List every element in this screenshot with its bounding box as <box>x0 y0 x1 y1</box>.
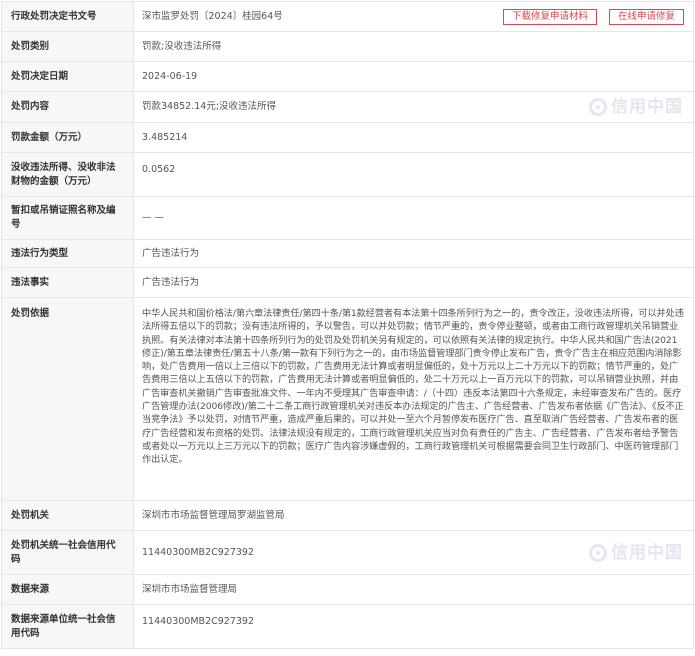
row-confiscation-amount: 没收违法所得、没收非法财物的金额（万元） 0.0562 <box>1 152 694 197</box>
row-label: 暂扣或吊销证照名称及编号 <box>1 196 134 240</box>
row-label: 行政处罚决定书文号 <box>1 1 134 32</box>
row-value: 3.485214 <box>133 122 694 153</box>
row-label: 处罚机关 <box>1 500 134 531</box>
row-label: 没收违法所得、没收非法财物的金额（万元） <box>1 152 134 197</box>
row-violation-type: 违法行为类型 广告违法行为 <box>1 239 694 268</box>
watermark: 信用中国 <box>589 542 683 563</box>
row-value: 广告违法行为 <box>133 267 694 298</box>
row-decision-date: 处罚决定日期 2024-06-19 <box>1 61 694 92</box>
row-value: 0.0562 <box>133 152 694 197</box>
watermark-text: 信用中国 <box>611 542 683 563</box>
row-penalty-authority: 处罚机关 深圳市市场监督管理局罗湖监管局 <box>1 500 694 531</box>
row-value: 深圳市市场监督管理局 <box>133 574 694 605</box>
row-label: 处罚依据 <box>1 297 134 501</box>
row-violation-facts: 违法事实 广告违法行为 <box>1 267 694 298</box>
penalty-detail-table: 行政处罚决定书文号 深市监罗处罚〔2024〕桂园64号 下载修复申请材料 在线申… <box>1 1 694 649</box>
row-license-suspension: 暂扣或吊销证照名称及编号 — — <box>1 196 694 240</box>
repair-actions: 下载修复申请材料 在线申请修复 <box>502 9 684 25</box>
row-penalty-content: 处罚内容 罚款34852.14元;没收违法所得 信用中国 <box>1 91 694 123</box>
authority-credit-code-value: 11440300MB2C927392 <box>142 546 255 558</box>
credit-china-logo-icon <box>589 98 607 116</box>
row-penalty-category: 处罚类别 罚款;没收违法所得 <box>1 31 694 62</box>
row-value: — — <box>133 196 694 240</box>
row-label: 处罚机关统一社会信用代码 <box>1 530 134 575</box>
row-value: 罚款;没收违法所得 <box>133 31 694 62</box>
row-value: 广告违法行为 <box>133 239 694 268</box>
row-label: 违法事实 <box>1 267 134 298</box>
row-data-source: 数据来源 深圳市市场监督管理局 <box>1 574 694 605</box>
row-fine-amount: 罚款金额（万元） 3.485214 <box>1 122 694 153</box>
credit-china-logo-icon <box>589 543 607 562</box>
row-value: 11440300MB2C927392 <box>133 604 694 649</box>
row-label: 数据来源 <box>1 574 134 605</box>
online-repair-apply-button[interactable]: 在线申请修复 <box>608 9 684 25</box>
row-source-credit-code: 数据来源单位统一社会信用代码 11440300MB2C927392 <box>1 604 694 649</box>
decision-number-value: 深市监罗处罚〔2024〕桂园64号 <box>142 10 283 22</box>
row-label: 处罚决定日期 <box>1 61 134 92</box>
row-authority-credit-code: 处罚机关统一社会信用代码 11440300MB2C927392 信用中国 <box>1 530 694 575</box>
row-label: 处罚内容 <box>1 91 134 123</box>
row-label: 处罚类别 <box>1 31 134 62</box>
download-repair-materials-button[interactable]: 下载修复申请材料 <box>502 9 597 25</box>
row-label: 违法行为类型 <box>1 239 134 268</box>
row-value-cell: 11440300MB2C927392 信用中国 <box>133 530 694 575</box>
row-value: 深圳市市场监督管理局罗湖监管局 <box>133 500 694 531</box>
row-label: 罚款金额（万元） <box>1 122 134 153</box>
row-value: 2024-06-19 <box>133 61 694 92</box>
row-penalty-basis: 处罚依据 中华人民共和国价格法/第六章法律责任/第四十条/第1款经营者有本法第十… <box>1 297 694 501</box>
penalty-content-value: 罚款34852.14元;没收违法所得 <box>142 101 277 112</box>
watermark: 信用中国 <box>589 98 683 116</box>
row-decision-number: 行政处罚决定书文号 深市监罗处罚〔2024〕桂园64号 下载修复申请材料 在线申… <box>1 1 694 32</box>
row-value-cell: 深市监罗处罚〔2024〕桂园64号 下载修复申请材料 在线申请修复 <box>133 1 694 32</box>
row-value-cell: 罚款34852.14元;没收违法所得 信用中国 <box>133 91 694 123</box>
row-label: 数据来源单位统一社会信用代码 <box>1 604 134 649</box>
watermark-text: 信用中国 <box>611 97 683 117</box>
row-value: 中华人民共和国价格法/第六章法律责任/第四十条/第1款经营者有本法第十四条所列行… <box>133 297 694 501</box>
